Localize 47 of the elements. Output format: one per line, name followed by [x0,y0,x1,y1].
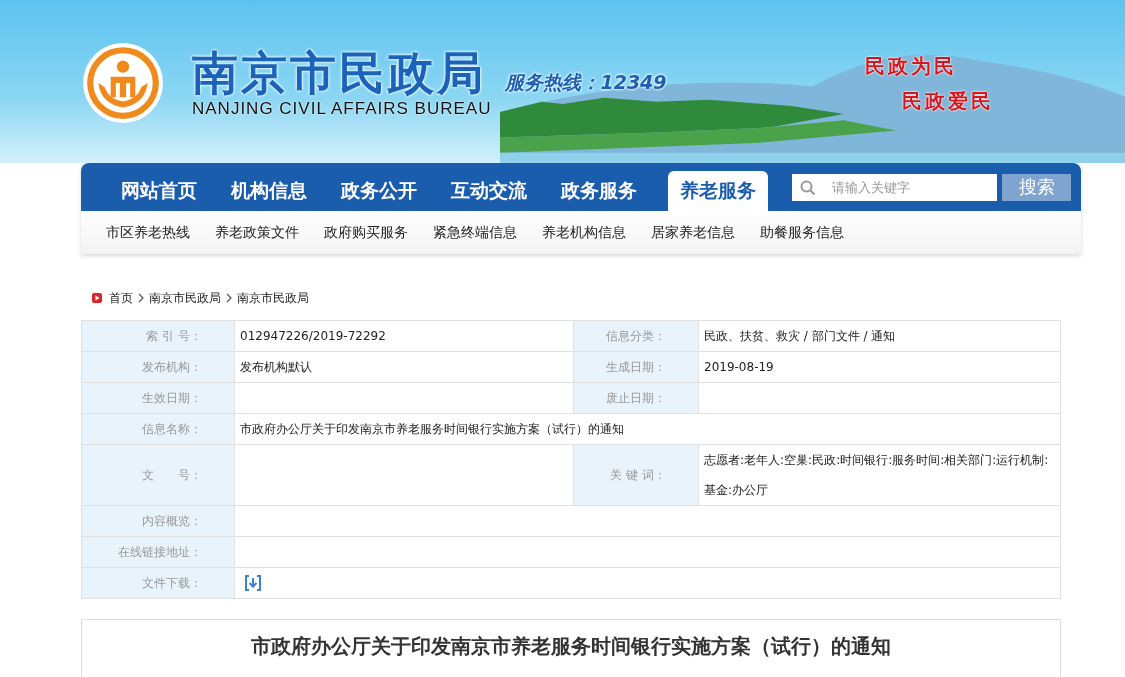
slogan-text: 民政爱民 [902,88,994,115]
slogan-text: 民政为民 [865,53,958,80]
download-icon[interactable] [245,575,261,591]
play-icon [92,293,102,303]
breadcrumb-link[interactable]: 南京市民政局 [149,289,221,307]
breadcrumb-link[interactable]: 南京市民政局 [237,289,309,307]
sub-nav-link[interactable]: 养老政策文件 [215,223,299,242]
field-label: 在线链接地址： [81,536,235,568]
hotline-text: 服务热线：12349 [505,70,667,95]
field-label: 索 引 号： [81,320,235,352]
nav-tab[interactable]: 互动交流 [434,171,544,211]
sub-nav-link[interactable]: 居家养老信息 [651,223,735,242]
nav-tab[interactable]: 网站首页 [104,171,214,211]
site-subtitle: NANJING CIVIL AFFAIRS BUREAU [192,99,492,119]
search-field[interactable]: 请输入关键字 [792,173,997,201]
field-label: 生成日期： [573,351,699,383]
field-label: 发布机构： [81,351,235,383]
sub-nav-link[interactable]: 助餐服务信息 [760,223,844,242]
field-label: 文 号： [81,444,235,506]
sub-nav-link[interactable]: 养老机构信息 [542,223,626,242]
field-label: 生效日期： [81,382,235,414]
chevron-icon [226,293,232,303]
nav-tab[interactable]: 政务公开 [324,171,434,211]
field-label: 信息名称： [81,413,235,445]
field-value: 012947226/2019-72292 [234,320,574,352]
breadcrumb-link[interactable]: 首页 [109,289,133,307]
sub-nav-link[interactable]: 紧急终端信息 [433,223,517,242]
article-title: 市政府办公厅关于印发南京市养老服务时间银行实施方案（试行）的通知 [250,633,892,660]
field-value: 民政、扶贫、救灾 / 部门文件 / 通知 [698,320,1061,352]
chevron-icon [138,293,144,303]
field-label: 关 键 词： [573,444,699,506]
field-value: 志愿者:老年人:空巢:民政:时间银行:服务时间:相关部门:运行机制:基金:办公厅 [698,444,1061,506]
field-value: 市政府办公厅关于印发南京市养老服务时间银行实施方案（试行）的通知 [234,413,1061,445]
sub-nav-link[interactable]: 政府购买服务 [324,223,408,242]
field-value: 2019-08-19 [698,351,1061,383]
nav-tab[interactable]: 机构信息 [214,171,324,211]
field-value: 发布机构默认 [234,351,574,383]
site-title: 南京市民政局 [192,47,487,99]
nav-tab[interactable]: 政务服务 [544,171,654,211]
field-label: 信息分类： [573,320,699,352]
search-icon [800,179,816,196]
field-label: 废止日期： [573,382,699,414]
sub-nav-link[interactable]: 市区养老热线 [106,223,190,242]
field-label: 文件下载： [81,567,235,599]
nav-tab[interactable]: 养老服务 [668,171,768,211]
field-label: 内容概览： [81,505,235,537]
logo-icon [82,42,164,124]
